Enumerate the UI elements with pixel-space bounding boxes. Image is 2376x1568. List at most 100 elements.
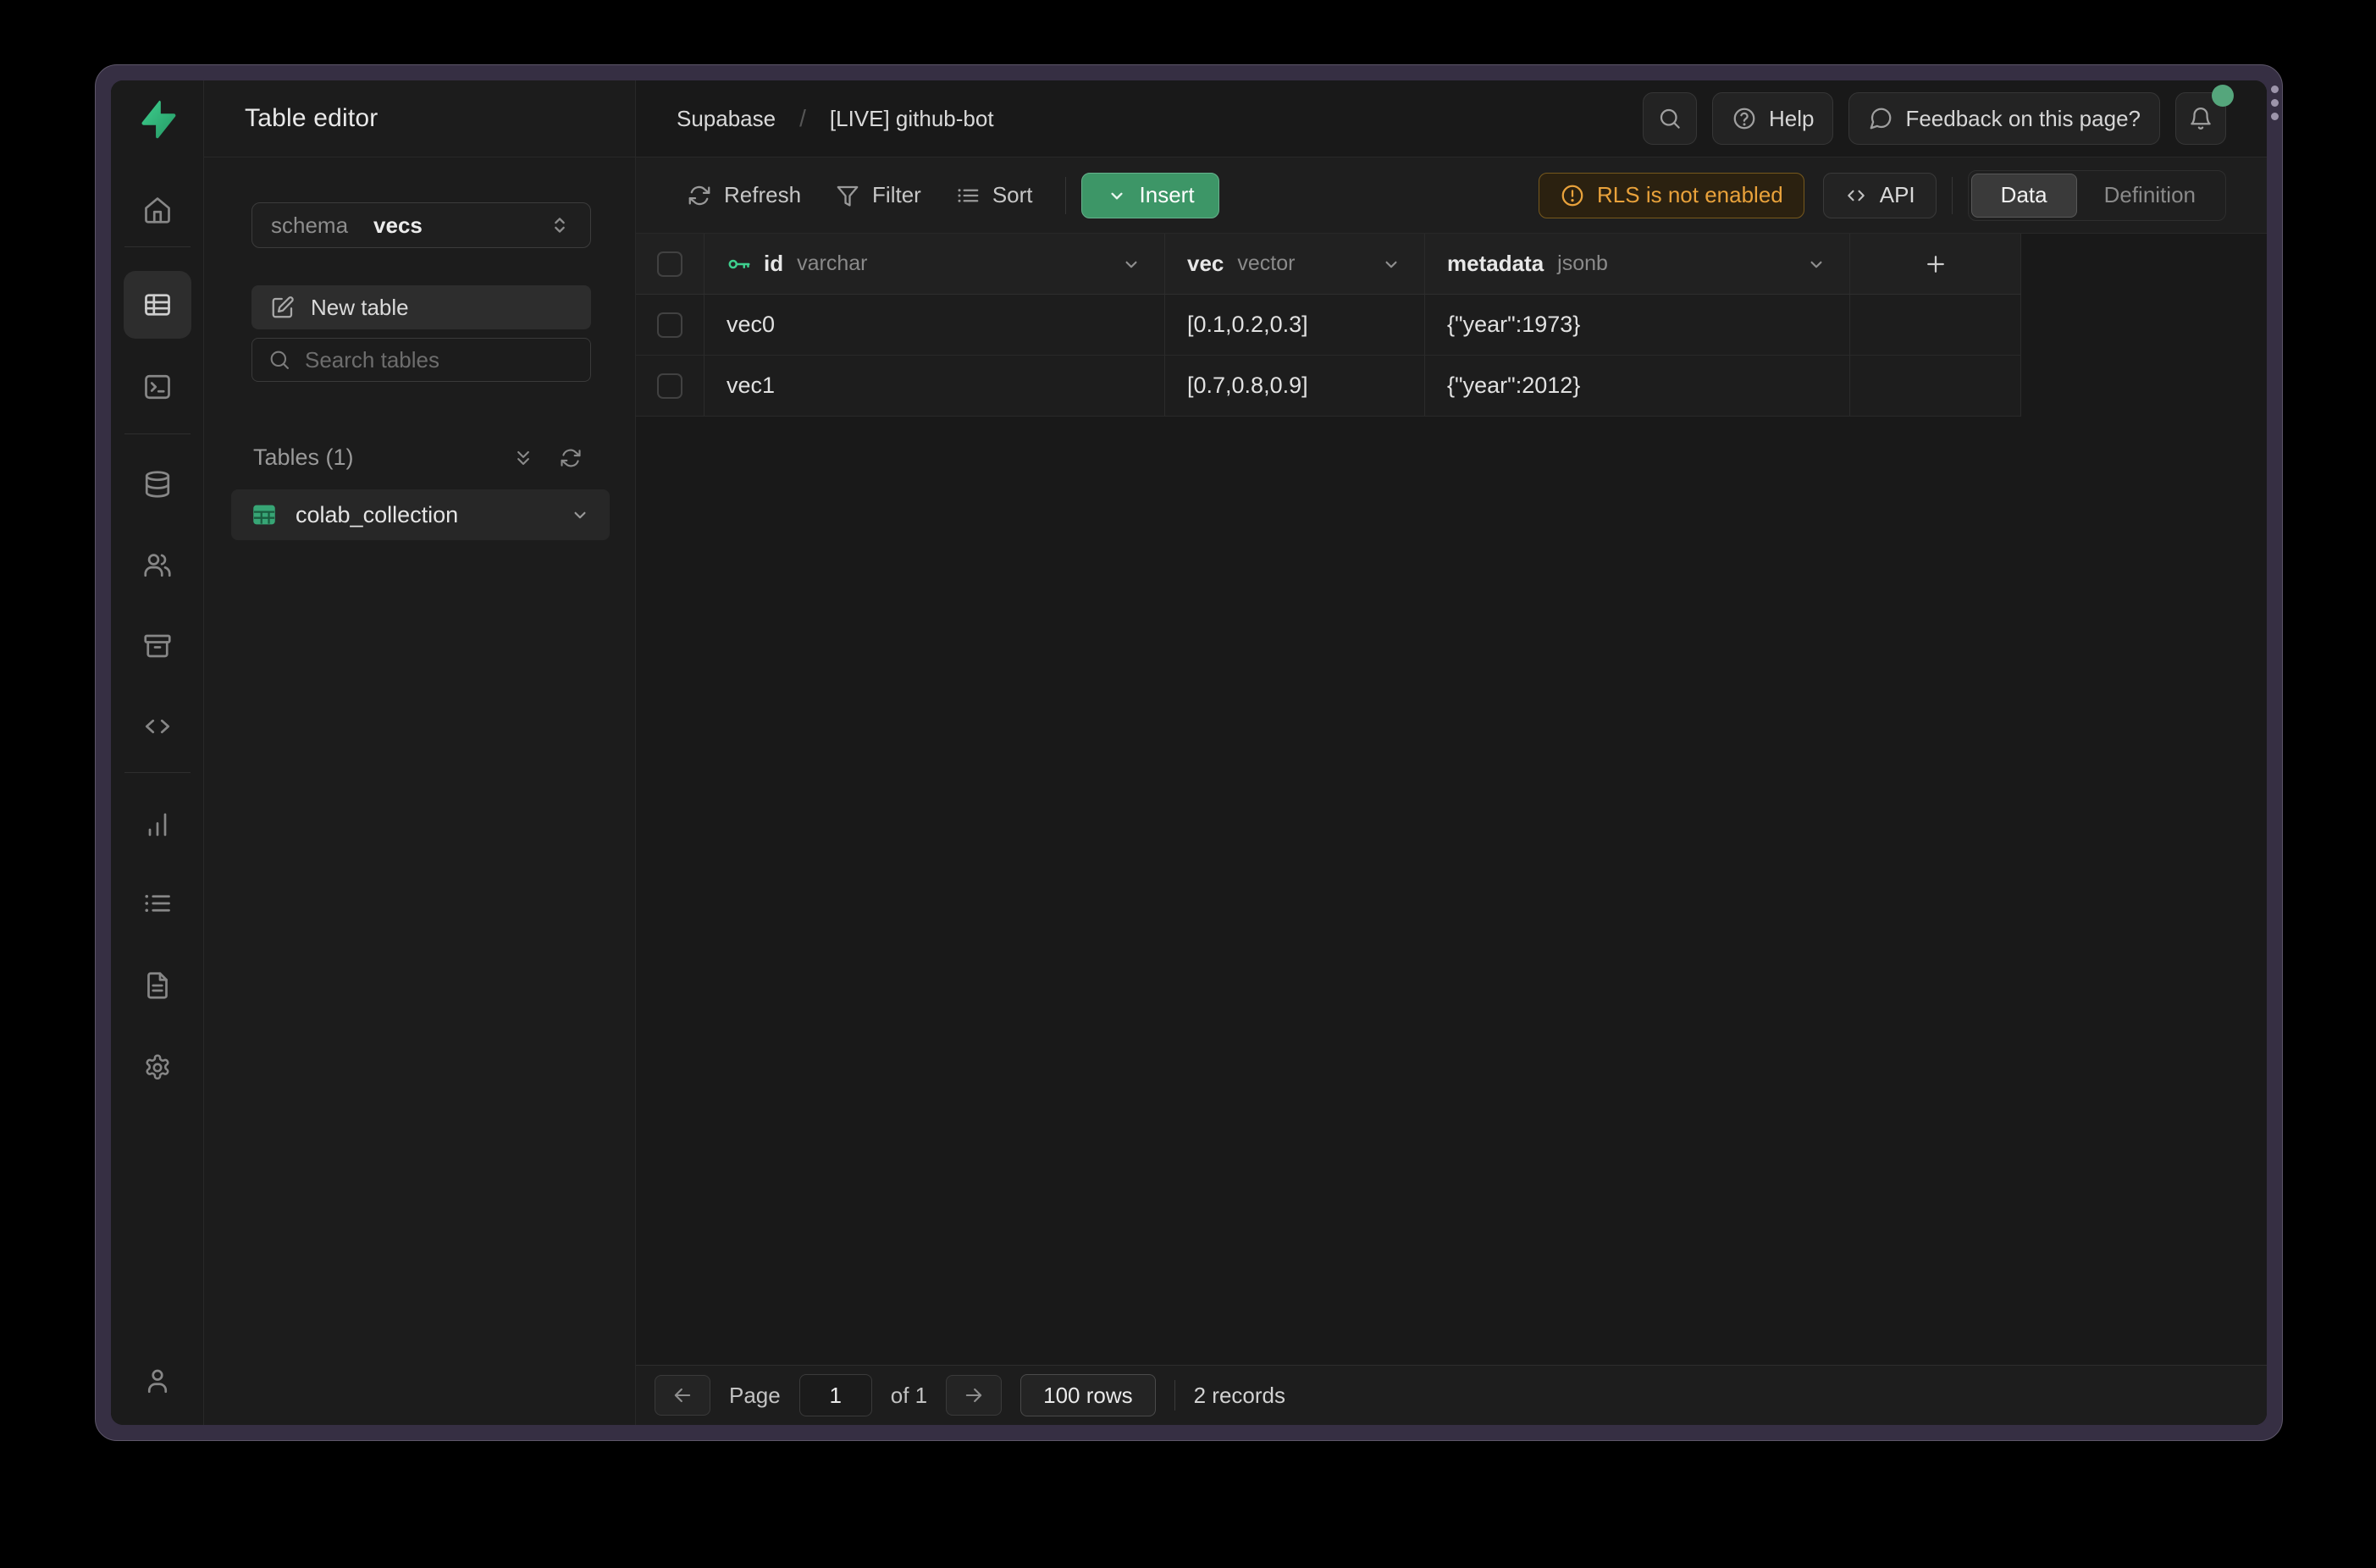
chevron-down-icon — [1106, 185, 1128, 207]
row-checkbox[interactable] — [657, 312, 682, 338]
sidebar-item-storage-icon[interactable] — [142, 631, 173, 661]
collapse-all-icon[interactable] — [511, 446, 535, 470]
sidebar-item-edge-functions-icon[interactable] — [142, 711, 173, 742]
cell-value: [0.1,0.2,0.3] — [1187, 312, 1308, 338]
cell-vec[interactable]: [0.7,0.8,0.9] — [1165, 356, 1425, 416]
insert-button[interactable]: Insert — [1081, 173, 1219, 218]
grid-toolbar: Refresh Filter Sort Insert — [636, 157, 2267, 234]
row-checkbox[interactable] — [657, 373, 682, 399]
refresh-tables-icon[interactable] — [559, 446, 583, 470]
cell-metadata[interactable]: {"year":2012} — [1425, 356, 1850, 416]
sidebar-header: Table editor — [204, 80, 635, 157]
toolbar-divider — [1065, 177, 1066, 214]
column-menu-chevron-icon[interactable] — [1805, 253, 1827, 275]
sort-label: Sort — [992, 182, 1033, 208]
new-table-pencil-icon — [270, 295, 296, 320]
record-count: 2 records — [1194, 1383, 1285, 1409]
pagination-bar: Page of 1 100 rows 2 records — [636, 1365, 2267, 1425]
window-drag-handle[interactable] — [2271, 86, 2279, 120]
row-select-cell — [636, 356, 705, 416]
search-tables-input[interactable] — [305, 347, 588, 373]
table-row[interactable]: vec1 [0.7,0.8,0.9] {"year":2012} — [636, 356, 2021, 417]
search-icon — [1657, 106, 1683, 131]
notification-badge — [2212, 85, 2234, 107]
previous-page-button[interactable] — [655, 1375, 710, 1416]
chevrons-up-down-icon — [548, 213, 572, 237]
sidebar-body: schema vecs New table Tables (1) — [204, 157, 635, 540]
breadcrumb-org[interactable]: Supabase — [677, 106, 776, 132]
cell-empty — [1850, 356, 2021, 416]
select-all-cell — [636, 234, 705, 294]
column-name: id — [764, 251, 783, 277]
rows-per-page-button[interactable]: 100 rows — [1020, 1374, 1156, 1416]
sidebar-item-settings-icon[interactable] — [142, 1052, 173, 1083]
tab-data[interactable]: Data — [1971, 174, 2077, 218]
page-label: Page — [729, 1383, 781, 1409]
cell-metadata[interactable]: {"year":1973} — [1425, 295, 1850, 355]
next-page-button[interactable] — [946, 1375, 1002, 1416]
help-circle-icon — [1732, 106, 1757, 131]
tables-heading-label: Tables (1) — [253, 444, 354, 471]
search-button[interactable] — [1643, 92, 1697, 145]
help-button[interactable]: Help — [1712, 92, 1833, 145]
grid-header-row: id varchar vec vector metadata jsonb — [636, 234, 2021, 295]
sidebar-item-database-icon[interactable] — [142, 469, 173, 500]
rail-divider — [124, 433, 191, 434]
toolbar-divider — [1952, 177, 1953, 214]
sidebar-item-sql-editor-icon[interactable] — [142, 372, 173, 402]
rls-warning-button[interactable]: RLS is not enabled — [1539, 173, 1804, 218]
chat-bubble-icon — [1868, 106, 1893, 131]
column-name: vec — [1187, 251, 1224, 277]
account-icon[interactable] — [142, 1366, 173, 1396]
main-panel: Supabase / [LIVE] github-bot Help Feedba… — [636, 80, 2267, 1425]
page-number-input[interactable] — [799, 1374, 872, 1416]
cell-vec[interactable]: [0.1,0.2,0.3] — [1165, 295, 1425, 355]
select-all-checkbox[interactable] — [657, 251, 682, 277]
search-tables-field — [251, 338, 591, 382]
rail-divider — [124, 246, 191, 247]
api-label: API — [1880, 182, 1915, 208]
sort-button[interactable]: Sort — [938, 173, 1050, 218]
api-button[interactable]: API — [1823, 173, 1937, 218]
warning-circle-icon — [1560, 183, 1585, 208]
cell-id[interactable]: vec0 — [705, 295, 1165, 355]
column-menu-chevron-icon[interactable] — [1380, 253, 1402, 275]
chevron-down-icon[interactable] — [569, 504, 591, 526]
column-header-id[interactable]: id varchar — [705, 234, 1165, 294]
rows-per-page-label: 100 rows — [1043, 1383, 1133, 1409]
sort-icon — [955, 183, 981, 208]
column-menu-chevron-icon[interactable] — [1120, 253, 1142, 275]
new-table-button[interactable]: New table — [251, 285, 591, 329]
primary-key-icon — [727, 251, 752, 277]
sidebar-item-docs-icon[interactable] — [142, 970, 173, 1001]
column-header-metadata[interactable]: metadata jsonb — [1425, 234, 1850, 294]
page-title: Table editor — [245, 104, 379, 133]
table-item-name: colab_collection — [296, 502, 458, 528]
cell-id[interactable]: vec1 — [705, 356, 1165, 416]
breadcrumb-separator: / — [799, 105, 806, 132]
bell-icon — [2188, 106, 2213, 131]
add-column-header[interactable] — [1850, 234, 2021, 294]
column-type: vector — [1237, 251, 1295, 276]
sidebar-item-logs-icon[interactable] — [142, 888, 173, 919]
sidebar-item-reports-icon[interactable] — [142, 809, 173, 840]
filter-button[interactable]: Filter — [818, 173, 938, 218]
refresh-button[interactable]: Refresh — [670, 173, 818, 218]
sidebar-item-table-colab-collection[interactable]: colab_collection — [231, 489, 610, 540]
view-mode-segmented-control: Data Definition — [1968, 170, 2226, 221]
table-row[interactable]: vec0 [0.1,0.2,0.3] {"year":1973} — [636, 295, 2021, 356]
tab-definition[interactable]: Definition — [2077, 182, 2223, 208]
supabase-logo-icon[interactable] — [138, 100, 177, 139]
column-header-vec[interactable]: vec vector — [1165, 234, 1425, 294]
breadcrumb-project[interactable]: [LIVE] github-bot — [830, 106, 994, 132]
sidebar-item-home-icon[interactable] — [142, 195, 173, 225]
sidebar-item-authentication-icon[interactable] — [142, 549, 173, 580]
cell-value: vec0 — [727, 312, 775, 338]
rail-divider — [124, 772, 191, 773]
table-green-icon — [250, 500, 279, 529]
column-type: varchar — [797, 251, 867, 276]
schema-select[interactable]: schema vecs — [251, 202, 591, 248]
cell-value: {"year":2012} — [1447, 373, 1580, 399]
sidebar-item-table-editor-icon[interactable] — [124, 271, 191, 339]
feedback-button[interactable]: Feedback on this page? — [1848, 92, 2160, 145]
